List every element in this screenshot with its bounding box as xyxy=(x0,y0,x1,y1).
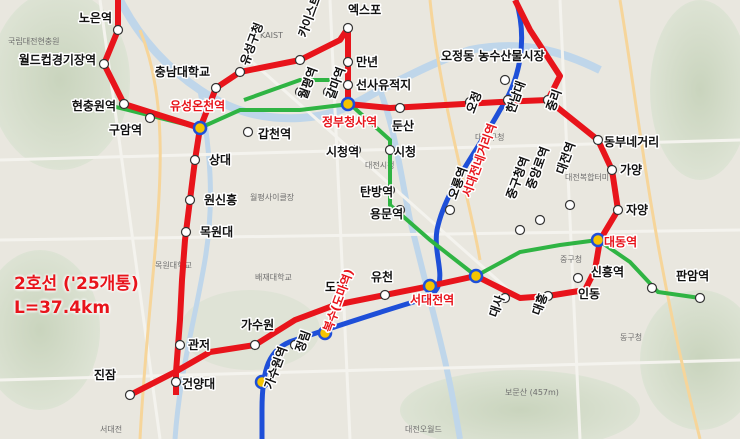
place-label-b2: KAIST xyxy=(260,31,283,40)
place-label-b10: 월평사이클장 xyxy=(250,192,295,202)
place-label-b1: 국립대전현충원 xyxy=(8,36,60,46)
station-dot-daedong xyxy=(590,232,606,248)
station-dot-seonsa xyxy=(342,79,354,91)
station-dot-yucheon xyxy=(379,289,391,301)
station-label-gayang: 가양 xyxy=(620,162,642,177)
station-label-jinjam: 진잠 xyxy=(94,367,116,382)
station-dot-government xyxy=(340,96,356,112)
station-dot-mokwon xyxy=(180,226,192,238)
station-label-wonsinheung: 원신흥 xyxy=(204,192,237,207)
line-length-label: L=37.4km xyxy=(14,298,111,318)
station-dot-dongbu xyxy=(592,134,604,146)
station-label-dongbu: 동부네거리 xyxy=(604,134,659,149)
station-label-jayang: 자양 xyxy=(626,202,648,217)
station-dot-guam xyxy=(144,112,156,124)
place-label-b11: 보문산 (457m) xyxy=(505,387,559,397)
station-label-cityhall: 시청역 xyxy=(326,144,359,159)
station-dot-junggucheong xyxy=(514,224,526,236)
place-label-b6: 동구청 xyxy=(620,333,642,342)
station-dot-jayang xyxy=(612,204,624,216)
station-label-dunsan: 둔산 xyxy=(392,118,414,133)
station-dot-yuseong xyxy=(192,120,208,136)
station-dot-sangdae xyxy=(189,154,201,166)
station-dot-dunsan xyxy=(394,102,406,114)
station-label-sangdae: 상대 xyxy=(209,152,231,167)
station-label-tanbang: 탄방역 xyxy=(360,184,393,199)
line-legend: 2호선 ('25개통) L=37.4km xyxy=(14,272,139,320)
station-label-guam: 구암역 xyxy=(109,122,142,137)
station-label-yuseong: 유성온천역 xyxy=(170,98,225,113)
station-dot-worldcup xyxy=(98,58,110,70)
station-dot-chungnam xyxy=(210,82,222,94)
place-label-b12: 대전오월드 xyxy=(405,424,442,434)
station-label-noeun: 노은역 xyxy=(79,10,112,25)
station-label-panam: 판암역 xyxy=(676,268,709,283)
station-dot-seodaejeon_ne xyxy=(468,268,484,284)
station-dot-hyeonchungwon xyxy=(118,98,130,110)
station-dot-indong xyxy=(572,272,584,284)
station-label-ojeong: 오정동 농수산물시장 xyxy=(441,48,545,63)
station-dot-geonyang xyxy=(170,376,182,388)
station-dot-jungangro xyxy=(534,214,546,226)
station-label-gwanjeo: 관저 xyxy=(188,337,210,352)
station-dot-jinjam xyxy=(124,389,136,401)
station-label-hyeonchungwon: 현충원역 xyxy=(72,98,116,113)
station-label-yongmun: 용문역 xyxy=(370,206,403,221)
line-name-label: 2호선 ('25개통) xyxy=(14,274,139,294)
station-dot-noeun xyxy=(112,24,124,36)
station-dot-gasuwon xyxy=(249,339,261,351)
station-dot-gapcheon xyxy=(242,126,254,138)
station-label-manyeon: 만년 xyxy=(356,54,378,69)
station-dot-gwanjeo xyxy=(174,339,186,351)
station-dot-expo xyxy=(342,22,354,34)
station-dot-sinheung xyxy=(646,282,658,294)
station-dot-ojeong xyxy=(499,74,511,86)
station-dot-oryong xyxy=(444,204,456,216)
station-label-daedong: 대동역 xyxy=(604,234,637,249)
station-dot-wonsinheung xyxy=(184,194,196,206)
place-label-b8: 배재대학교 xyxy=(255,272,292,282)
station-label-sicheong: 시청 xyxy=(394,144,416,159)
station-label-expo: 엑스포 xyxy=(348,2,381,17)
map-stage: 국립대전현충원 KAIST 대전시청 대덕구청 대전복합터미널 동구청 중구청 배재대학교 목원… xyxy=(0,0,740,439)
station-dot-gayang xyxy=(606,164,618,176)
station-label-mokwon: 목원대 xyxy=(200,225,233,239)
subway-route-map: 국립대전현충원KAIST대전시청대덕구청대전복합터미널동구청중구청배재대학교목원… xyxy=(0,0,740,439)
station-label-gapcheon: 갑천역 xyxy=(258,126,291,141)
station-label-worldcup: 월드컵경기장역 xyxy=(19,52,96,67)
station-label-seonsa: 선사유적지 xyxy=(356,77,411,92)
station-dot-daejeon xyxy=(564,199,576,211)
station-label-geonyang: 건양대 xyxy=(182,376,215,391)
station-dot-kaist xyxy=(294,54,306,66)
station-dot-seodaejeon xyxy=(422,278,438,294)
station-label-seodaejeon: 서대전역 xyxy=(410,292,454,307)
station-label-gasuwon: 가수원 xyxy=(241,317,274,332)
station-label-sinheung: 신흥역 xyxy=(591,264,624,279)
station-label-government: 정부청사역 xyxy=(322,114,377,129)
station-dot-manyeon xyxy=(342,56,354,68)
place-label-b13: 서대전 xyxy=(100,424,122,434)
station-label-yucheon: 유천 xyxy=(371,269,393,284)
station-dot-yuseonggu xyxy=(234,66,246,78)
place-label-b7: 중구청 xyxy=(560,255,582,264)
station-label-chungnam: 충남대학교 xyxy=(155,64,210,79)
station-label-indong: 인동 xyxy=(578,286,600,301)
station-dot-panam xyxy=(694,292,706,304)
